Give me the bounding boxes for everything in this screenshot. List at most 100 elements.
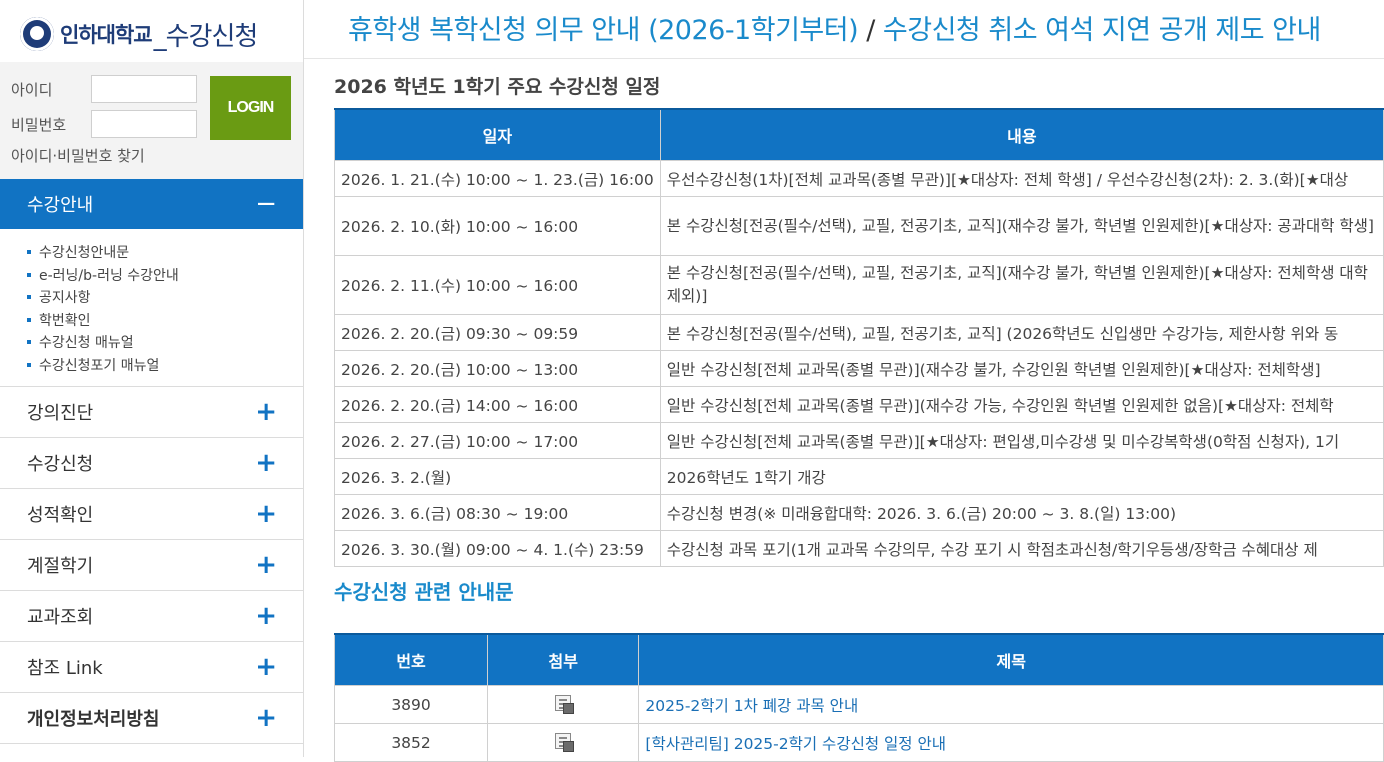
table-row: 2026. 3. 30.(월) 09:00 ~ 4. 1.(수) 23:59 수강…: [334, 530, 1384, 567]
university-seal-icon: [20, 17, 54, 51]
notice-title-link[interactable]: 2025-2학기 1차 폐강 과목 안내: [638, 685, 1384, 724]
menu-item-course-search[interactable]: 교과조회 +: [0, 591, 303, 642]
headline-separator: /: [858, 15, 883, 46]
table-header-row: 일자 내용: [334, 108, 1384, 161]
table-row: 2026. 2. 20.(금) 09:30 ~ 09:59 본 수강신청[전공(필…: [334, 314, 1384, 351]
menu-item-label: 계절학기: [27, 556, 94, 577]
attachment-file-icon[interactable]: [555, 694, 575, 714]
submenu-item[interactable]: 수강신청안내문: [0, 241, 303, 264]
attachment-file-icon[interactable]: [555, 732, 575, 752]
table-row: 2026. 3. 2.(월) 2026학년도 1학기 개강: [334, 458, 1384, 495]
notices-title: 수강신청 관련 안내문: [334, 580, 514, 604]
schedule-date: 2026. 3. 30.(월) 09:00 ~ 4. 1.(수) 23:59: [334, 530, 661, 567]
menu-item-lecture-diagnosis[interactable]: 강의진단 +: [0, 387, 303, 438]
bullet-icon: [27, 272, 31, 277]
table-row: 3890 2025-2학기 1차 폐강 과목 안내: [333, 685, 1384, 724]
submenu-item[interactable]: 수강신청 매뉴얼: [0, 331, 303, 354]
logo-subtitle: _수강신청: [153, 21, 259, 52]
submenu-item[interactable]: e-러닝/b-러닝 수강안내: [0, 264, 303, 287]
plus-icon: +: [255, 652, 277, 682]
schedule-date: 2026. 2. 20.(금) 10:00 ~ 13:00: [334, 350, 661, 387]
submenu-label: e-러닝/b-러닝 수강안내: [39, 267, 179, 284]
bullet-icon: [27, 317, 31, 322]
notices-table: 번호 첨부 제목 3890 2025-2학기 1차 폐강 과목 안내 3852 …: [333, 633, 1384, 762]
schedule-date: 2026. 2. 27.(금) 10:00 ~ 17:00: [334, 422, 661, 459]
schedule-content: 본 수강신청[전공(필수/선택), 교필, 전공기초, 교직](재수강 불가, …: [659, 255, 1384, 315]
column-header-attachment: 첨부: [487, 633, 640, 686]
find-id-password-link[interactable]: 아이디·비밀번호 찾기: [11, 145, 145, 166]
notice-number: 3890: [333, 685, 489, 724]
menu-item-label: 교과조회: [27, 607, 94, 628]
id-input[interactable]: [91, 75, 197, 103]
submenu-label: 학번확인: [39, 312, 91, 329]
schedule-content: 본 수강신청[전공(필수/선택), 교필, 전공기초, 교직](재수강 불가, …: [659, 196, 1384, 256]
headline-link-seat-notice[interactable]: 수강신청 취소 여석 지연 공개 제도 안내: [883, 15, 1321, 46]
plus-icon: +: [255, 397, 277, 427]
menu-item-course-guide[interactable]: 수강안내 −: [0, 179, 303, 229]
table-header-row: 번호 첨부 제목: [333, 633, 1384, 686]
menu-item-label: 수강안내: [27, 195, 94, 216]
schedule-table: 일자 내용 2026. 1. 21.(수) 10:00 ~ 1. 23.(금) …: [334, 108, 1384, 567]
notice-attachment[interactable]: [487, 723, 640, 762]
table-row: 2026. 3. 6.(금) 08:30 ~ 19:00 수강신청 변경(※ 미래…: [334, 494, 1384, 531]
password-label: 비밀번호: [11, 116, 67, 134]
bullet-icon: [27, 295, 31, 300]
submenu-item[interactable]: 수강신청포기 매뉴얼: [0, 354, 303, 377]
plus-icon: +: [255, 703, 277, 733]
menu-item-seasonal-semester[interactable]: 계절학기 +: [0, 540, 303, 591]
submenu-label: 수강신청안내문: [39, 245, 130, 262]
schedule-date: 2026. 3. 2.(월): [334, 458, 661, 495]
table-row: 2026. 1. 21.(수) 10:00 ~ 1. 23.(금) 16:00 우…: [334, 160, 1384, 197]
submenu-label: 수강신청 매뉴얼: [39, 335, 134, 352]
menu-item-course-registration[interactable]: 수강신청 +: [0, 438, 303, 489]
header-divider: [304, 58, 1384, 59]
menu-item-label: 개인정보처리방침: [27, 709, 160, 730]
submenu-label: 수강신청포기 매뉴얼: [39, 357, 160, 374]
schedule-content: 2026학년도 1학기 개강: [659, 458, 1384, 495]
menu-item-privacy-policy[interactable]: 개인정보처리방침 +: [0, 693, 303, 744]
sidebar: 인하대학교 _수강신청 아이디 비밀번호 LOGIN 아이디·비밀번호 찾기 수…: [0, 0, 304, 757]
schedule-content: 수강신청 변경(※ 미래융합대학: 2026. 3. 6.(금) 20:00 ~…: [659, 494, 1384, 531]
menu-item-label: 강의진단: [27, 403, 94, 424]
login-button[interactable]: LOGIN: [210, 76, 291, 140]
plus-icon: +: [255, 448, 277, 478]
schedule-date: 2026. 2. 20.(금) 09:30 ~ 09:59: [334, 314, 661, 351]
notice-number: 3852: [333, 723, 489, 762]
menu-item-reference-link[interactable]: 참조 Link +: [0, 642, 303, 693]
notice-title-link[interactable]: [학사관리팀] 2025-2학기 수강신청 일정 안내: [638, 723, 1384, 762]
menu-item-label: 참조 Link: [27, 658, 103, 679]
table-row: 3852 [학사관리팀] 2025-2학기 수강신청 일정 안내: [333, 723, 1384, 762]
schedule-date: 2026. 2. 11.(수) 10:00 ~ 16:00: [334, 255, 661, 315]
table-row: 2026. 2. 20.(금) 14:00 ~ 16:00 일반 수강신청[전체 …: [334, 386, 1384, 423]
site-logo[interactable]: 인하대학교 _수강신청: [20, 14, 259, 54]
login-panel: 아이디 비밀번호 LOGIN 아이디·비밀번호 찾기: [0, 62, 303, 179]
plus-icon: +: [255, 499, 277, 529]
schedule-date: 2026. 2. 20.(금) 14:00 ~ 16:00: [334, 386, 661, 423]
schedule-content: 우선수강신청(1차)[전체 교과목(종별 무관)][★대상자: 전체 학생] /…: [659, 160, 1384, 197]
logo-university-name: 인하대학교: [60, 23, 153, 47]
notice-headline: 휴학생 복학신청 의무 안내 (2026-1학기부터) / 수강신청 취소 여석…: [348, 8, 1321, 47]
schedule-title: 2026 학년도 1학기 주요 수강신청 일정: [334, 76, 661, 98]
column-header-content: 내용: [659, 108, 1384, 161]
menu-item-label: 성적확인: [27, 505, 94, 526]
column-header-title: 제목: [638, 633, 1384, 686]
submenu-item[interactable]: 학번확인: [0, 309, 303, 332]
password-input[interactable]: [91, 110, 197, 138]
schedule-date: 2026. 1. 21.(수) 10:00 ~ 1. 23.(금) 16:00: [334, 160, 661, 197]
submenu-label: 공지사항: [39, 290, 91, 307]
column-header-number: 번호: [333, 633, 489, 686]
menu-item-label: 수강신청: [27, 454, 94, 475]
table-row: 2026. 2. 27.(금) 10:00 ~ 17:00 일반 수강신청[전체 …: [334, 422, 1384, 459]
table-row: 2026. 2. 20.(금) 10:00 ~ 13:00 일반 수강신청[전체 …: [334, 350, 1384, 387]
submenu-item[interactable]: 공지사항: [0, 286, 303, 309]
menu-item-grades[interactable]: 성적확인 +: [0, 489, 303, 540]
minus-icon: −: [255, 189, 277, 219]
notice-attachment[interactable]: [487, 685, 640, 724]
id-label: 아이디: [11, 81, 53, 99]
plus-icon: +: [255, 550, 277, 580]
schedule-content: 일반 수강신청[전체 교과목(종별 무관)](재수강 불가, 수강인원 학년별 …: [659, 350, 1384, 387]
headline-link-return-notice[interactable]: 휴학생 복학신청 의무 안내 (2026-1학기부터): [348, 15, 859, 46]
bullet-icon: [27, 362, 31, 367]
schedule-content: 본 수강신청[전공(필수/선택), 교필, 전공기초, 교직] (2026학년도…: [659, 314, 1384, 351]
schedule-date: 2026. 2. 10.(화) 10:00 ~ 16:00: [334, 196, 661, 256]
